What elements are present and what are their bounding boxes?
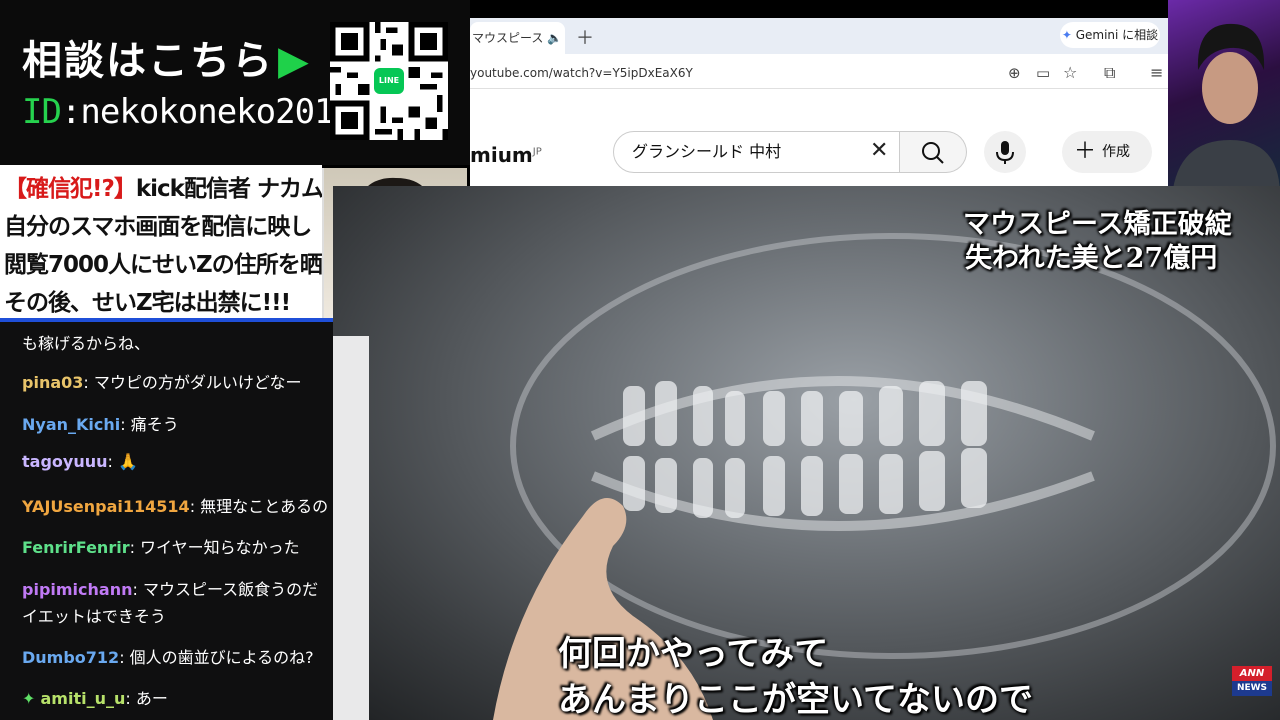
bookmark-star-icon[interactable]: ☆ [1063, 63, 1077, 82]
chat-message: Nyan_Kichi: 痛そう [22, 415, 179, 434]
search-button[interactable] [900, 131, 967, 173]
voice-search-button[interactable] [984, 131, 1026, 173]
create-button[interactable]: ＋作成 [1062, 131, 1152, 173]
ann-news-logo: ANN NEWS [1232, 666, 1272, 696]
browser-window: マウスピース 🔈 ✕ ＋ ✦ Gemini に相談 youtube.com/wa… [470, 18, 1168, 186]
gemini-button[interactable]: ✦ Gemini に相談 [1060, 22, 1160, 48]
speaker-icon[interactable]: 🔈 [547, 31, 562, 45]
headline-line-1: 【確信犯!?】kick配信者 ナカムラ、 [4, 176, 366, 202]
line-logo-icon: LINE [374, 68, 404, 94]
chat-message: ✦ amiti_u_u: あー [22, 689, 168, 708]
tab-bar: マウスピース 🔈 ✕ ＋ ✦ Gemini に相談 [470, 18, 1168, 77]
chat-message-continuation: イエットはできそう [22, 607, 166, 626]
url-text[interactable]: youtube.com/watch?v=Y5ipDxEaX6Y [470, 66, 693, 80]
consult-text: 相談はこちら ▶ [22, 38, 311, 84]
search-icon [922, 142, 944, 164]
chat-message: pipimichann: マウスピース飯食うのだ [22, 580, 319, 599]
line-id: ID:nekokoneko2018 [22, 92, 354, 132]
new-tab-button[interactable]: ＋ [576, 24, 594, 50]
plus-icon: ＋ [1074, 139, 1097, 164]
video-frame: マウスピース矯正破綻 失われた美と27億円 何回かやってみて あんまりここが空い… [333, 186, 1280, 720]
chat-message: FenrirFenrir: ワイヤー知らなかった [22, 538, 300, 557]
chat-message: tagoyuuu: 🙏 [22, 452, 138, 471]
headline-card: 【確信犯!?】kick配信者 ナカムラ、 自分のスマホ画面を配信に映し 閲覧70… [0, 165, 366, 320]
streamer-webcam [1168, 0, 1280, 196]
cast-icon[interactable]: ▭ [1036, 64, 1050, 82]
extensions-icon[interactable]: ⧉ [1104, 63, 1115, 83]
chat-message: Dumbo712: 個人の歯並びによるのね? [22, 648, 314, 667]
chat-message: も稼げるからね、 [22, 334, 151, 353]
subtitle-line-2: あんまりここが空いてないので [558, 680, 1033, 720]
video-title-line-2: 失われた美と27億円 [965, 243, 1218, 274]
gemini-sparkle-icon: ✦ [1061, 28, 1076, 42]
clear-search-icon[interactable]: ✕ [870, 138, 888, 163]
headline-line-2: 自分のスマホ画面を配信に映し [4, 214, 312, 240]
line-qr-code: LINE [330, 22, 448, 140]
sparkle-badge-icon: ✦ [22, 689, 41, 708]
browser-tab[interactable]: マウスピース 🔈 ✕ [470, 22, 565, 77]
search-input[interactable]: グランシールド 中村 [613, 131, 900, 173]
chat-panel: も稼げるからね、 pina03: マウピの方がダルいけどなー Nyan_Kich… [0, 322, 333, 720]
zoom-icon[interactable]: ⊕ [1008, 64, 1021, 82]
microphone-icon [996, 141, 1014, 164]
youtube-logo[interactable]: miumJP [470, 143, 542, 167]
contact-banner: 相談はこちら ▶ ID:nekokoneko2018 LINE [0, 0, 470, 165]
subtitle-line-1: 何回かやってみて [558, 634, 829, 674]
chat-message: pina03: マウピの方がダルいけどなー [22, 373, 302, 392]
reading-list-icon[interactable]: ≡ [1150, 63, 1163, 82]
headline-line-4: その後、せいZ宅は出禁に!!! [4, 290, 291, 316]
chat-message: YAJUsenpai114514: 無理なことあるの [22, 497, 329, 516]
play-arrow-icon: ▶ [278, 38, 311, 84]
toolbar-divider [470, 88, 1168, 89]
headline-line-3: 閲覧7000人にせいZの住所を晒す [4, 252, 345, 278]
